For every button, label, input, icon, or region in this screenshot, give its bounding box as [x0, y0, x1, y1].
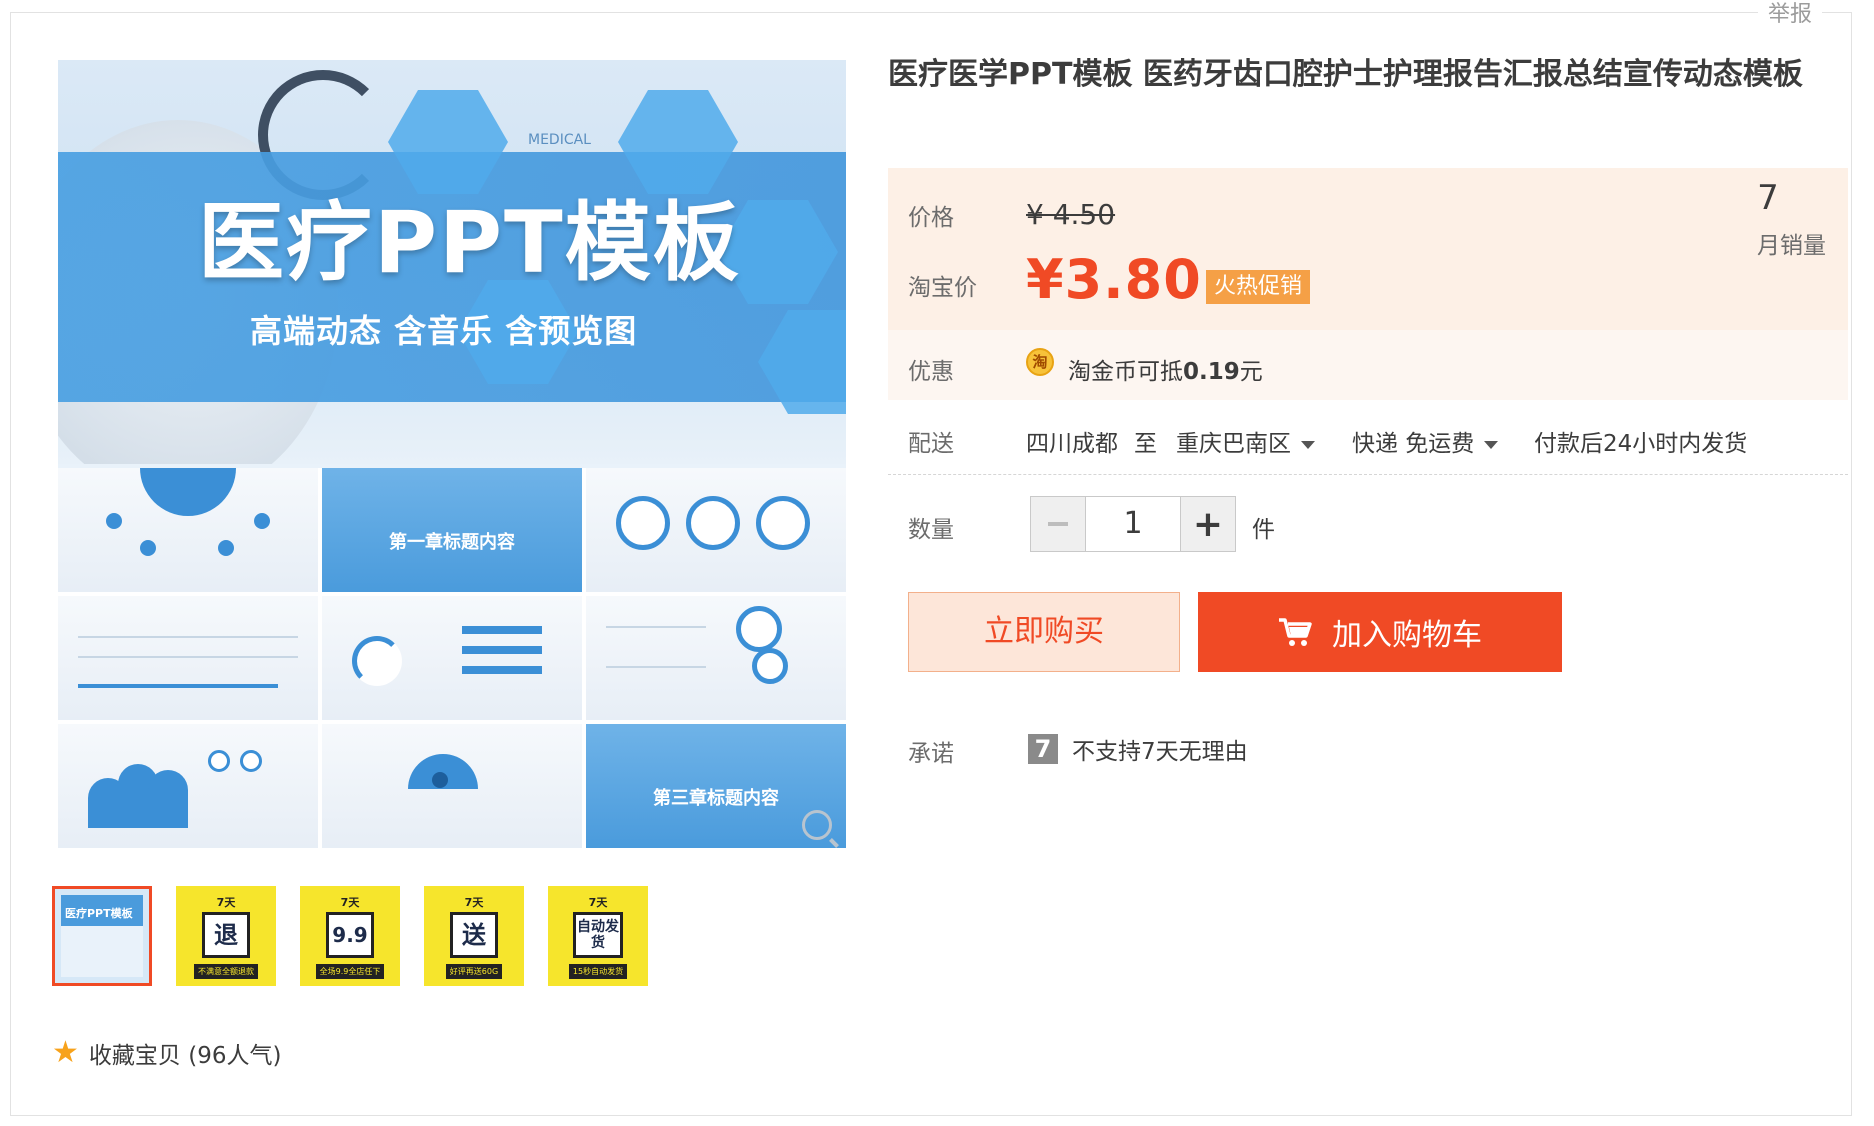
- delivery-method: 快递 免运费: [1352, 431, 1475, 457]
- current-price: ¥3.80: [1026, 248, 1202, 311]
- product-title: 医疗医学PPT模板 医药牙齿口腔护士护理报告汇报总结宣传动态模板: [888, 57, 1803, 92]
- slide-chapter-three: 第三章标题内容: [586, 724, 846, 848]
- promise-label: 承诺: [908, 741, 954, 767]
- slide-stats: [58, 596, 318, 720]
- thumbnail-caption: 好评再送60G: [445, 963, 503, 979]
- delivery-destination-select[interactable]: 重庆巴南区: [1176, 424, 1315, 458]
- buy-now-button[interactable]: 立即购买: [908, 592, 1180, 672]
- star-icon: ★: [52, 1035, 79, 1070]
- increase-button[interactable]: +: [1181, 497, 1235, 551]
- zoom-icon[interactable]: [802, 810, 832, 840]
- quantity-stepper: 1 +: [1030, 496, 1236, 552]
- favorite-label: 收藏宝贝 (96人气): [88, 1043, 282, 1069]
- delivery-label: 配送: [908, 431, 954, 457]
- plus-icon: +: [1192, 503, 1224, 545]
- discount-label: 优惠: [908, 359, 954, 385]
- thumbnail-caption: 不满意全额退款: [194, 963, 258, 979]
- thumbnail-badge: 7天: [588, 895, 608, 909]
- thumbnail-strip: 医疗PPT模板 7天 退 不满意全额退款 7天 9.9 全场9.9全店任下 7天…: [52, 886, 648, 986]
- discount-text: 淘金币可抵0.19元: [1068, 352, 1263, 386]
- delivery-row: 配送 四川成都 至 重庆巴南区 快递 免运费 付款后24小时内发货: [888, 410, 1848, 475]
- taobao-coin-icon: 淘: [1026, 348, 1054, 376]
- slide-chapter-one: 第一章标题内容: [322, 468, 582, 592]
- slide-semicircle: [322, 724, 582, 848]
- original-price: ¥ 4.50: [1026, 198, 1116, 231]
- slide-mountain-chart: [58, 724, 318, 848]
- cart-icon: [1279, 618, 1312, 646]
- delivery-to: 至: [1134, 431, 1157, 457]
- quantity-label: 数量: [908, 517, 954, 543]
- thumbnail-preview: 医疗PPT模板: [61, 895, 143, 977]
- slide-chapter-one-title: 第一章标题内容: [389, 531, 515, 553]
- hero-subtitle: 高端动态 含音乐 含预览图: [250, 312, 638, 350]
- thumbnail-caption: 15秒自动发货: [568, 963, 628, 979]
- hero-medical-text: MEDICAL: [528, 132, 591, 148]
- price-label: 价格: [908, 205, 954, 231]
- thumbnail-badge: 7天: [464, 895, 484, 909]
- discount-unit: 元: [1239, 359, 1263, 385]
- thumbnail-badge: 7天: [216, 895, 236, 909]
- slide-chapter-three-title: 第三章标题内容: [653, 787, 779, 809]
- minus-icon: [1048, 522, 1068, 526]
- monthly-sales-value: 7: [1757, 178, 1779, 218]
- thumbnail-refund-icon: 退: [202, 911, 250, 958]
- add-to-cart-label: 加入购物车: [1332, 618, 1482, 653]
- slide-rings: [586, 468, 846, 592]
- decrease-button[interactable]: [1031, 497, 1085, 551]
- delivery-destination: 重庆巴南区: [1176, 431, 1291, 457]
- quantity-input[interactable]: 1: [1085, 497, 1181, 551]
- add-to-cart-button[interactable]: 加入购物车: [1198, 592, 1562, 672]
- thumbnail-5[interactable]: 7天 自动发货 15秒自动发货: [548, 886, 648, 986]
- discount-row: 优惠 淘 淘金币可抵0.19元: [888, 330, 1848, 400]
- thumbnail-2[interactable]: 7天 退 不满意全额退款: [176, 886, 276, 986]
- thumbnail-caption: 全场9.9全店任下: [315, 963, 385, 979]
- price-box: 价格 ¥ 4.50 淘宝价 ¥3.80 火热促销 7 月销量: [888, 168, 1848, 330]
- slide-infographic: [322, 596, 582, 720]
- delivery-ship-time: 付款后24小时内发货: [1534, 431, 1748, 457]
- hero-title: 医疗PPT模板: [198, 193, 741, 293]
- taobao-price-label: 淘宝价: [908, 275, 977, 301]
- thumbnail-gift-icon: 送: [450, 911, 498, 958]
- report-link[interactable]: 举报: [1757, 0, 1822, 30]
- discount-amount: 0.19: [1183, 359, 1240, 385]
- thumbnail-price-icon: 9.9: [326, 911, 374, 958]
- thumbnail-1[interactable]: 医疗PPT模板: [52, 886, 152, 986]
- slide-gears: [586, 596, 846, 720]
- favorite-button[interactable]: ★ 收藏宝贝 (96人气): [52, 1036, 281, 1070]
- delivery-origin: 四川成都: [1026, 431, 1118, 457]
- thumbnail-preview-label: 医疗PPT模板: [65, 907, 133, 920]
- main-product-image[interactable]: MEDICAL 医疗PPT模板 高端动态 含音乐 含预览图 第一章标题内容 第三…: [58, 60, 846, 848]
- quantity-unit: 件: [1252, 517, 1275, 543]
- thumbnail-auto-ship-icon: 自动发货: [573, 911, 623, 958]
- delivery-method-select[interactable]: 快递 免运费: [1352, 424, 1499, 458]
- monthly-sales-label: 月销量: [1757, 233, 1826, 259]
- promo-badge: 火热促销: [1206, 270, 1311, 304]
- thumbnail-4[interactable]: 7天 送 好评再送60G: [424, 886, 524, 986]
- thumbnail-badge: 7天: [340, 895, 360, 909]
- thumbnail-3[interactable]: 7天 9.9 全场9.9全店任下: [300, 886, 400, 986]
- promise-text: 不支持7天无理由: [1072, 739, 1248, 765]
- chevron-down-icon: [1484, 440, 1499, 449]
- seven-day-icon: 7: [1028, 734, 1058, 764]
- chevron-down-icon: [1301, 440, 1315, 449]
- discount-prefix: 淘金币可抵: [1068, 359, 1183, 385]
- slide-preview-grid: 第一章标题内容 第三章标题内容: [58, 468, 846, 848]
- slide-contents: [58, 468, 318, 592]
- hero-banner: MEDICAL 医疗PPT模板 高端动态 含音乐 含预览图: [58, 60, 846, 464]
